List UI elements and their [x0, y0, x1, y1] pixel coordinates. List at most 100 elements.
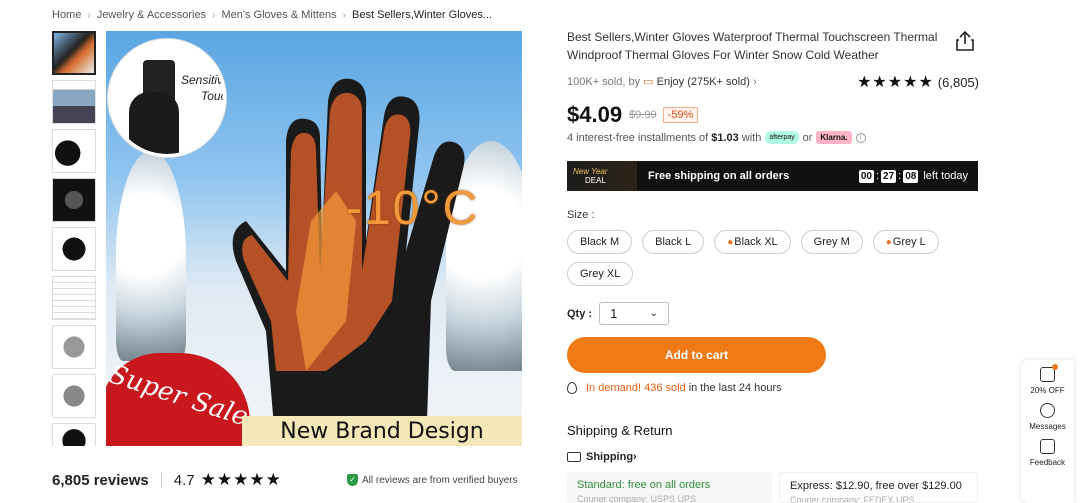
quantity-select[interactable]: 1 ⌄ [599, 302, 670, 325]
thumbnail-8[interactable] [52, 374, 96, 418]
product-rating[interactable]: ★★★★★ (6,805) [857, 72, 979, 92]
verified-text: All reviews are from verified buyers [362, 474, 518, 486]
coupon-button[interactable]: 20% OFF [1030, 364, 1065, 395]
size-option-grey-l[interactable]: ● Grey L [872, 230, 939, 254]
chevron-right-icon: › [752, 76, 757, 88]
reviews-summary: 6,805 reviews 4.7 ★★★★★ [52, 470, 282, 490]
breadcrumb: Home › Jewelry & Accessories › Men's Glo… [52, 9, 492, 21]
temperature-label: -10°C [346, 182, 480, 235]
installments-with: with [741, 131, 762, 144]
size-option-label: Grey XL [580, 268, 621, 280]
floating-side-panel: 20% OFF Messages Feedback [1021, 360, 1074, 503]
star-rating-icon: ★★★★★ [857, 74, 934, 91]
sold-count: 100K+ sold, by [567, 76, 641, 88]
divider [160, 472, 162, 488]
size-option-label: Grey M [813, 236, 850, 248]
chevron-down-icon: ⌄ [649, 308, 659, 319]
discount-badge: -59% [662, 107, 699, 123]
current-price: $4.09 [567, 102, 623, 127]
main-product-image[interactable]: -10°C Sensitive Touch Super Sales New Br… [106, 31, 522, 446]
deal-logo-line1: New Year [573, 167, 608, 176]
shipping-link-label: Shipping [586, 451, 634, 463]
standard-shipping-text: Standard: free on all orders [577, 479, 711, 491]
size-option-label: Black M [580, 236, 620, 248]
thumbnail-4[interactable] [52, 178, 96, 222]
thumbnail-6[interactable] [52, 276, 96, 320]
afterpay-logo: afterpay [765, 131, 799, 144]
original-price: $9.99 [629, 109, 657, 121]
installments-info: 4 interest-free installments of $1.03 wi… [567, 131, 866, 144]
deal-banner: New Year DEAL Free shipping on all order… [567, 161, 978, 191]
size-option-grey-m[interactable]: Grey M [800, 230, 863, 254]
share-icon[interactable] [955, 30, 975, 52]
coupon-icon [1039, 364, 1058, 382]
feedback-button[interactable]: Feedback [1030, 439, 1065, 467]
breadcrumb-category[interactable]: Jewelry & Accessories [97, 9, 206, 21]
timer-seconds: 08 [903, 169, 919, 183]
thumbnail-3[interactable] [52, 129, 96, 173]
glove-image [232, 78, 465, 446]
messages-label: Messages [1029, 422, 1066, 431]
qty-label: Qty : [567, 307, 593, 320]
store-link[interactable]: Enjoy (275K+ sold) [657, 76, 750, 88]
coupon-label: 20% OFF [1030, 386, 1065, 395]
thumbnail-2[interactable] [52, 80, 96, 124]
size-option-black-m[interactable]: Black M [567, 230, 633, 254]
express-shipping-text: Express: $12.90, free over $129.00 [790, 480, 962, 492]
demand-info: In demand! 436 sold in the last 24 hours [567, 382, 782, 394]
inset-text-2: Touch [201, 89, 226, 103]
breadcrumb-subcategory[interactable]: Men's Gloves & Mittens [221, 9, 336, 21]
fire-icon [567, 382, 577, 394]
size-options: Black M Black L ● Black XL Grey M ● Grey L… [567, 230, 979, 294]
size-option-label: Grey L [892, 236, 926, 248]
thumbnail-list [52, 31, 97, 446]
timer-hours: 00 [858, 169, 874, 183]
store-icon: ▭ [643, 76, 654, 88]
size-option-black-xl[interactable]: ● Black XL [714, 230, 791, 254]
thumbnail-7[interactable] [52, 325, 96, 369]
timer-minutes: 27 [881, 169, 897, 183]
deal-logo: New Year DEAL [567, 161, 637, 191]
add-to-cart-button[interactable]: Add to cart [567, 337, 826, 373]
shield-check-icon: ✓ [347, 474, 358, 486]
countdown-timer: 00 : 27 : 08 left today [858, 169, 968, 183]
quantity-row: Qty : 1 ⌄ [567, 302, 670, 325]
klarna-logo: Klarna. [816, 131, 852, 144]
price-row: $4.09 $9.99 -59% [567, 102, 699, 128]
rating-value: 4.7 [173, 471, 195, 489]
standard-courier: Courier company: USPS UPS [577, 494, 697, 503]
thumbnail-5[interactable] [52, 227, 96, 271]
size-option-grey-xl[interactable]: Grey XL [567, 262, 634, 286]
size-option-label: Black XL [734, 236, 778, 248]
qty-value: 1 [610, 306, 618, 321]
express-shipping-card: Express: $12.90, free over $129.00 Couri… [779, 472, 978, 503]
inset-text-1: Sensitive [181, 73, 226, 87]
rating-count: (6,805) [937, 74, 979, 90]
flame-icon: ● [885, 236, 892, 248]
chevron-right-icon: › [87, 9, 91, 21]
brand-banner: New Brand Design [242, 416, 522, 446]
touch-inset: Sensitive Touch [108, 39, 226, 157]
messages-button[interactable]: Messages [1029, 403, 1066, 431]
shipping-link[interactable]: Shipping › [567, 451, 637, 463]
demand-hot: In demand! 436 sold [586, 382, 686, 394]
installments-prefix: 4 interest-free installments of [567, 131, 709, 144]
shipping-return-title: Shipping & Return [567, 423, 673, 438]
express-courier: Courier company: FEDEX UPS [790, 495, 915, 503]
chevron-right-icon: › [212, 9, 216, 21]
size-label: Size : [567, 209, 595, 221]
installments-or: or [802, 131, 813, 144]
feedback-label: Feedback [1029, 458, 1066, 467]
thumbnail-9[interactable] [52, 423, 96, 446]
standard-shipping-card: Standard: free on all orders Courier com… [567, 472, 772, 503]
size-option-label: Black L [655, 236, 692, 248]
reviews-count[interactable]: 6,805 reviews [52, 472, 149, 489]
product-title: Best Sellers,Winter Gloves Waterproof Th… [567, 30, 938, 62]
breadcrumb-home[interactable]: Home [52, 9, 81, 21]
info-icon[interactable]: i [855, 132, 866, 143]
size-option-black-l[interactable]: Black L [642, 230, 705, 254]
thumbnail-1[interactable] [52, 31, 96, 75]
deal-logo-line2: DEAL [585, 176, 606, 185]
chat-icon [1040, 403, 1055, 418]
timer-suffix: left today [923, 170, 968, 182]
